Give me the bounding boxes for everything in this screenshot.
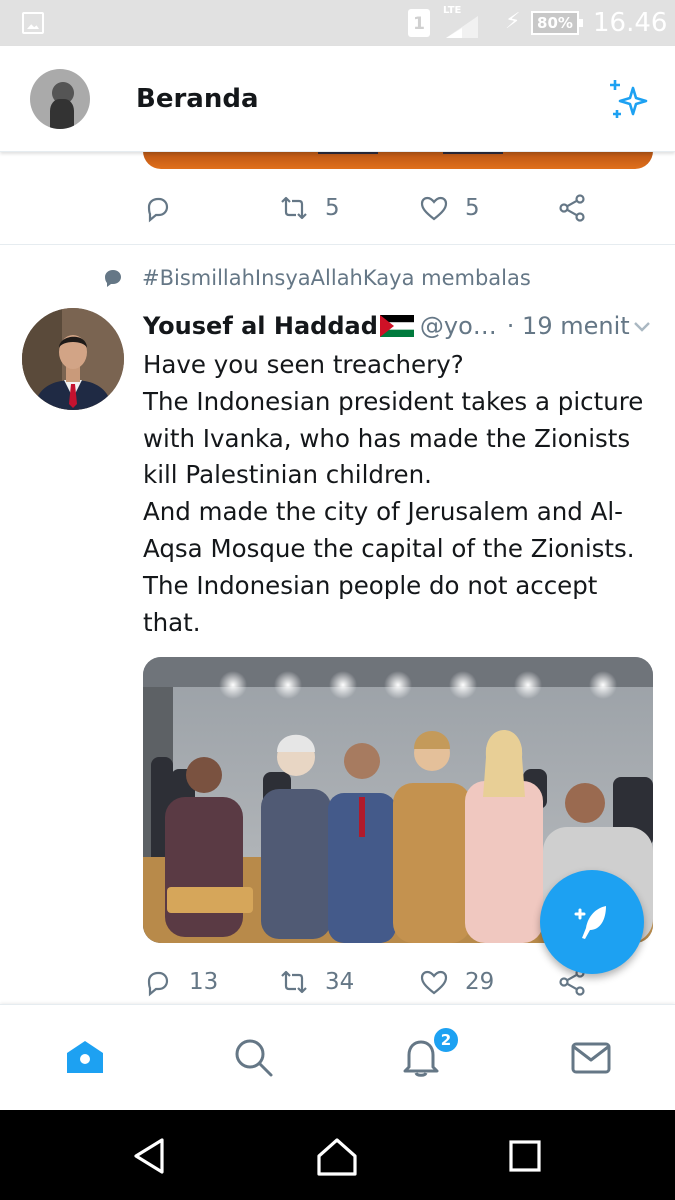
tab-search[interactable] (231, 1035, 275, 1079)
reply-button[interactable] (143, 188, 173, 228)
tab-home[interactable] (63, 1035, 107, 1079)
notifications-badge: 2 (432, 1026, 460, 1054)
retweet-button[interactable]: 5 (279, 188, 340, 228)
tweet-text-line: The Indonesian president takes a picture (143, 386, 644, 416)
recents-button[interactable] (503, 1134, 547, 1178)
like-button[interactable]: 29 (419, 962, 494, 1002)
share-button[interactable] (557, 188, 587, 228)
compose-icon (574, 906, 606, 939)
chevron-down-icon[interactable] (630, 314, 654, 338)
author-name[interactable]: Yousef al Haddad (143, 312, 378, 340)
recents-icon (509, 1140, 541, 1172)
tweet-header: Yousef al Haddad @yo… · 19 menit (143, 308, 658, 344)
retweet-button[interactable]: 34 (279, 962, 354, 1002)
previous-tweet-actions: 5 5 (143, 188, 623, 228)
home-nav-button[interactable] (315, 1134, 359, 1178)
tweet-divider (0, 244, 675, 245)
sparkle-icon[interactable] (606, 76, 654, 124)
reply-bubble-icon (105, 270, 121, 287)
tab-messages[interactable] (569, 1035, 613, 1079)
messages-icon (571, 1042, 611, 1074)
bottom-tab-bar (0, 1004, 675, 1110)
palestine-flag-icon (379, 315, 414, 337)
clock: 16.46 (593, 8, 668, 38)
author-photo (22, 308, 124, 410)
app-header: Beranda (0, 46, 675, 152)
gallery-icon (22, 12, 44, 34)
home-nav-icon (317, 1138, 357, 1176)
tweet-text-line: Have you seen treachery? (143, 350, 464, 379)
system-navigation-bar (0, 1110, 675, 1200)
retweet-icon (281, 970, 307, 994)
tweet-text-line: that. (143, 607, 201, 637)
share-icon (559, 194, 585, 222)
charging-icon: ⚡ (505, 9, 521, 34)
home-icon (67, 1041, 103, 1073)
reply-button[interactable]: 13 (143, 962, 218, 1002)
page-title: Beranda (136, 84, 259, 114)
back-button[interactable] (128, 1134, 172, 1178)
tweet-text-line: kill Palestinian children. (143, 460, 432, 490)
tweet-text: Have you seen treachery? The Indonesian … (143, 347, 658, 641)
author-handle[interactable]: @yo… (420, 312, 497, 340)
signal-icon (446, 16, 478, 38)
tweet-text-line: Aqsa Mosque the capital of the Zionists. (143, 533, 635, 563)
tweet-text-line: with Ivanka, who has made the Zionists (143, 423, 631, 453)
tweet-text-line: And made the city of Jerusalem and Al- (143, 497, 623, 527)
tweet-actions: 13 34 29 (143, 962, 623, 1002)
reply-context-label: #BismillahInsyaAllahKaya membalas (142, 266, 531, 290)
tweet-timestamp: · 19 menit (506, 312, 630, 340)
tweet-text-line: The Indonesian people do not accept (143, 570, 598, 600)
back-icon (134, 1138, 164, 1174)
search-icon (235, 1039, 273, 1077)
status-bar: 1 LTE ⚡ 80% 16.46 (0, 0, 675, 46)
sim-indicator: 1 (408, 9, 430, 37)
like-icon (420, 970, 448, 995)
like-button[interactable]: 5 (419, 188, 480, 228)
retweet-icon (281, 196, 307, 220)
compose-tweet-button[interactable] (540, 870, 644, 974)
like-icon (420, 196, 448, 221)
battery-indicator: 80% (531, 11, 583, 35)
author-avatar[interactable] (22, 308, 124, 410)
reply-icon (147, 971, 169, 997)
reply-icon (147, 197, 169, 223)
profile-avatar[interactable] (30, 69, 90, 129)
reply-context[interactable]: #BismillahInsyaAllahKaya membalas (102, 262, 531, 294)
